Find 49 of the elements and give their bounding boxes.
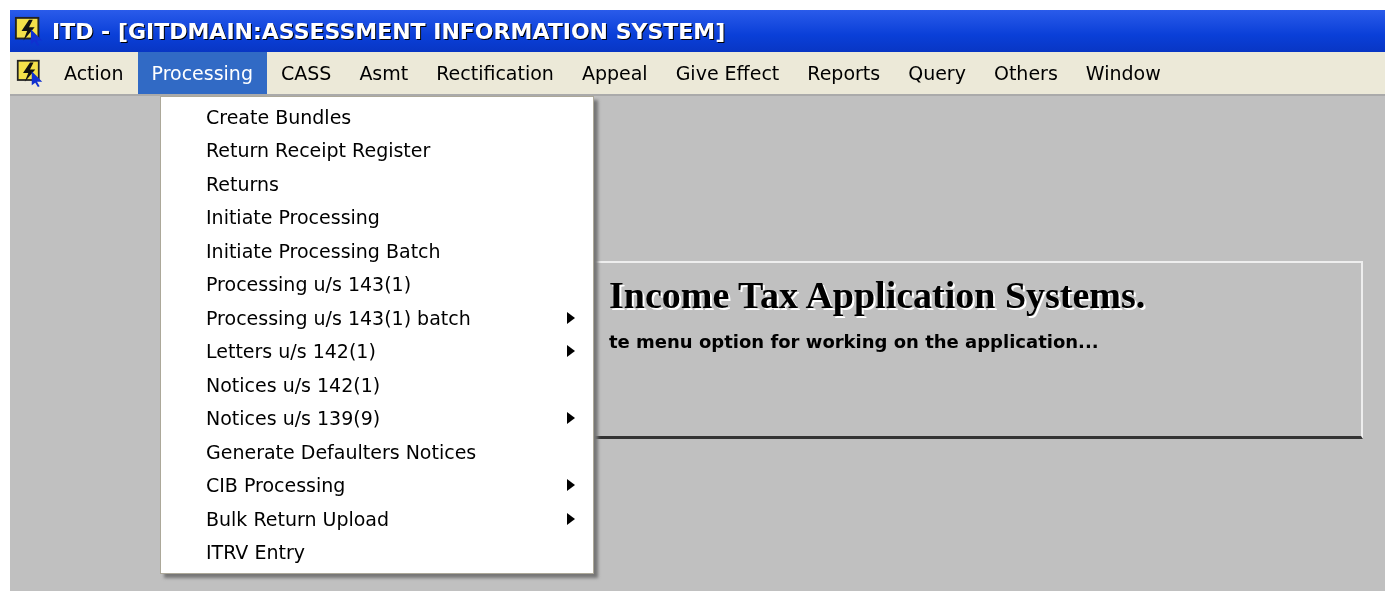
menu-item-label: Bulk Return Upload — [206, 507, 391, 530]
menu-item-label: ITRV Entry — [206, 541, 306, 564]
menu-item[interactable]: Reports — [793, 52, 895, 94]
menu-item[interactable]: Processing u/s 143(1) batch — [161, 301, 593, 335]
lightning-cursor-icon[interactable] — [16, 59, 44, 87]
welcome-heading: Income Tax Application Systems. — [609, 273, 1147, 317]
menu-item-label: CIB Processing — [206, 474, 347, 497]
menu-item-label: Letters u/s 142(1) — [206, 340, 377, 363]
menu-item-label: Return Receipt Register — [206, 139, 432, 162]
submenu-arrow-icon — [567, 345, 575, 358]
menu-item[interactable]: Initiate Processing Batch — [161, 234, 593, 268]
menu-item[interactable]: Create Bundles — [161, 100, 593, 134]
submenu-arrow-icon — [567, 512, 575, 525]
menu-item[interactable]: Bulk Return Upload — [161, 502, 593, 536]
menu-item[interactable]: Asmt — [345, 52, 423, 94]
submenu-arrow-icon — [567, 479, 575, 492]
window-title: ITD - [GITDMAIN:ASSESSMENT INFORMATION SYSTEM] — [52, 18, 726, 44]
menu-item-label: Initiate Processing Batch — [206, 239, 442, 262]
menu-item[interactable]: Window — [1071, 52, 1175, 94]
menu-item-label: Generate Defaulters Notices — [206, 440, 478, 463]
menu-item[interactable]: Notices u/s 139(9) — [161, 401, 593, 435]
welcome-message: te menu option for working on the application... — [609, 331, 1100, 352]
menu-item[interactable]: Initiate Processing — [161, 200, 593, 234]
lightning-cursor-icon — [14, 16, 44, 46]
menu-item[interactable]: Query — [894, 52, 980, 94]
menu-item-label: Processing u/s 143(1) batch — [206, 306, 472, 329]
menu-item[interactable]: Rectification — [422, 52, 568, 94]
menu-item[interactable]: Return Receipt Register — [161, 133, 593, 167]
menu-item-label: Notices u/s 142(1) — [206, 373, 382, 396]
menu-item[interactable]: Appeal — [567, 52, 662, 94]
menu-item[interactable]: Action — [50, 52, 138, 94]
menu-item[interactable]: Give Effect — [661, 52, 794, 94]
menu-item[interactable]: Processing — [137, 52, 267, 94]
menu-item[interactable]: Returns — [161, 167, 593, 201]
submenu-arrow-icon — [567, 412, 575, 425]
submenu-arrow-icon — [567, 311, 575, 324]
menu-item[interactable]: Notices u/s 142(1) — [161, 368, 593, 402]
menu-item[interactable]: CASS — [267, 52, 346, 94]
menu-item[interactable]: Generate Defaulters Notices — [161, 435, 593, 469]
menu-item-label: Processing u/s 143(1) — [206, 273, 413, 296]
menu-item[interactable]: Others — [979, 52, 1072, 94]
menu-item-label: Returns — [206, 172, 280, 195]
menu-item[interactable]: CIB Processing — [161, 468, 593, 502]
menu-item-label: Initiate Processing — [206, 206, 381, 229]
menu-item-label: Notices u/s 139(9) — [206, 407, 382, 430]
menu-item[interactable]: Processing u/s 143(1) — [161, 267, 593, 301]
menu-item[interactable]: Letters u/s 142(1) — [161, 334, 593, 368]
menu-item[interactable]: ITRV Entry — [161, 535, 593, 569]
menu-item-label: Create Bundles — [206, 105, 353, 128]
